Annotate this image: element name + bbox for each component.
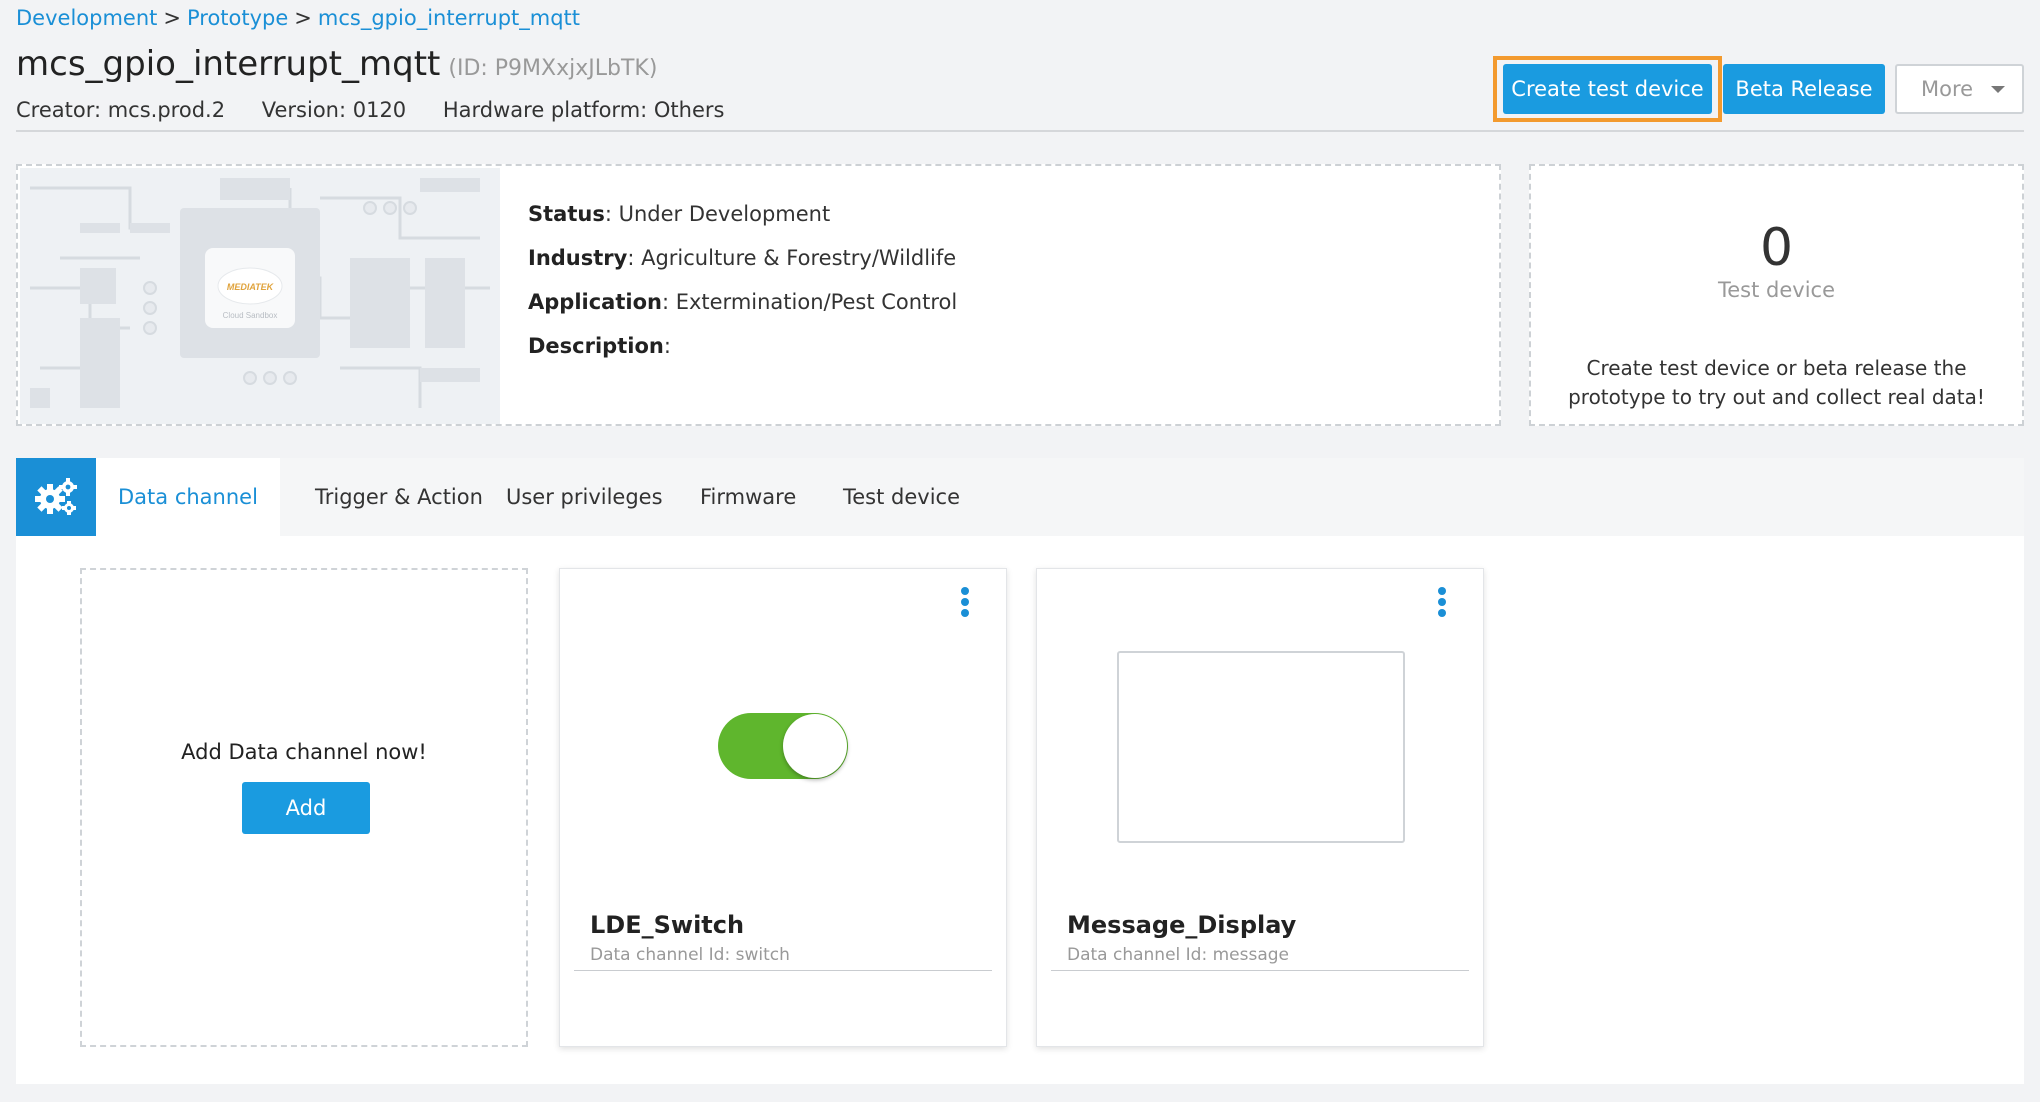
- channel-id: Data channel Id: switch: [590, 945, 790, 965]
- prototype-name: mcs_gpio_interrupt_mqtt: [16, 44, 441, 84]
- add-data-channel-card: Add Data channel now! Add: [80, 568, 528, 1047]
- channel-divider: [1051, 970, 1469, 971]
- switch-knob: [783, 714, 847, 778]
- header-divider: [16, 130, 2024, 132]
- prototype-info-panel: MEDIATEK Cloud Sandbox Status: Under Dev…: [16, 164, 1501, 426]
- test-device-label: Test device: [1717, 278, 1835, 302]
- test-device-description: Create test device or beta release the p…: [1568, 356, 1985, 409]
- kebab-menu-icon[interactable]: [1435, 587, 1449, 623]
- tab-data-channel[interactable]: Data channel: [96, 458, 280, 536]
- caret-down-icon: [1991, 85, 2006, 93]
- status-row: Status: Under Development: [528, 192, 957, 236]
- description-row: Description:: [528, 324, 957, 368]
- industry-value: : Agriculture & Forestry/Wildlife: [627, 246, 957, 270]
- message-display-box: [1117, 651, 1405, 843]
- breadcrumb-current[interactable]: mcs_gpio_interrupt_mqtt: [318, 6, 580, 30]
- industry-label: Industry: [528, 246, 628, 270]
- creator-text: Creator: mcs.prod.2: [16, 98, 226, 122]
- add-data-channel-button[interactable]: Add: [242, 782, 370, 834]
- gears-icon: [35, 478, 77, 515]
- board-sub-label: Cloud Sandbox: [223, 311, 278, 320]
- channel-divider: [574, 970, 992, 971]
- settings-tile: [16, 458, 96, 536]
- prototype-id: (ID: P9MXxjxJLbTK): [448, 56, 658, 81]
- description-label: Description: [528, 334, 664, 358]
- channel-card-switch: LDE_Switch Data channel Id: switch: [559, 568, 1007, 1047]
- board-brand-logo: MEDIATEK: [227, 282, 275, 292]
- application-value: : Extermination/Pest Control: [661, 290, 958, 314]
- tab-bar: Data channel Trigger & Action User privi…: [16, 458, 2024, 536]
- description-value: :: [663, 334, 671, 358]
- tab-trigger-action[interactable]: Trigger & Action: [293, 458, 505, 536]
- channel-name: LDE_Switch: [590, 911, 745, 939]
- add-data-channel-prompt: Add Data channel now!: [181, 740, 427, 764]
- breadcrumb-separator: >: [163, 6, 181, 30]
- breadcrumb-prototype[interactable]: Prototype: [187, 6, 288, 30]
- breadcrumb: Development > Prototype > mcs_gpio_interrupt…: [16, 6, 580, 30]
- test-device-panel: 0 Test device Create test device or beta…: [1529, 164, 2024, 426]
- circuit-board-illustration: MEDIATEK Cloud Sandbox: [20, 168, 500, 424]
- page-title: mcs_gpio_interrupt_mqtt (ID: P9MXxjxJLbTK…: [16, 44, 657, 84]
- status-value: : Under Development: [604, 202, 831, 226]
- breadcrumb-development[interactable]: Development: [16, 6, 157, 30]
- breadcrumb-separator: >: [294, 6, 312, 30]
- version-text: Version: 0120: [261, 98, 407, 122]
- application-row: Application: Extermination/Pest Control: [528, 280, 957, 324]
- tab-test-device[interactable]: Test device: [821, 458, 982, 536]
- test-device-count: 0: [1759, 218, 1794, 278]
- status-label: Status: [528, 202, 605, 226]
- application-label: Application: [528, 290, 662, 314]
- channel-name: Message_Display: [1067, 911, 1297, 939]
- channel-card-message: Message_Display Data channel Id: message: [1036, 568, 1484, 1047]
- prototype-details: Status: Under Development Industry: Agri…: [528, 192, 957, 368]
- channel-id: Data channel Id: message: [1067, 945, 1290, 965]
- hardware-platform-text: Hardware platform: Others: [442, 98, 725, 122]
- tab-user-privileges[interactable]: User privileges: [484, 458, 685, 536]
- industry-row: Industry: Agriculture & Forestry/Wildlif…: [528, 236, 957, 280]
- circuit-board-image: MEDIATEK Cloud Sandbox: [20, 168, 500, 424]
- prototype-meta: Creator: mcs.prod.2 Version: 0120 Hardwa…: [16, 98, 754, 122]
- tab-firmware[interactable]: Firmware: [678, 458, 818, 536]
- switch-toggle[interactable]: [718, 713, 848, 779]
- beta-release-button[interactable]: Beta Release: [1723, 64, 1885, 114]
- create-test-device-button[interactable]: Create test device: [1503, 64, 1712, 114]
- kebab-menu-icon[interactable]: [958, 587, 972, 623]
- more-dropdown[interactable]: More: [1895, 64, 2024, 114]
- more-label: More: [1921, 77, 1974, 101]
